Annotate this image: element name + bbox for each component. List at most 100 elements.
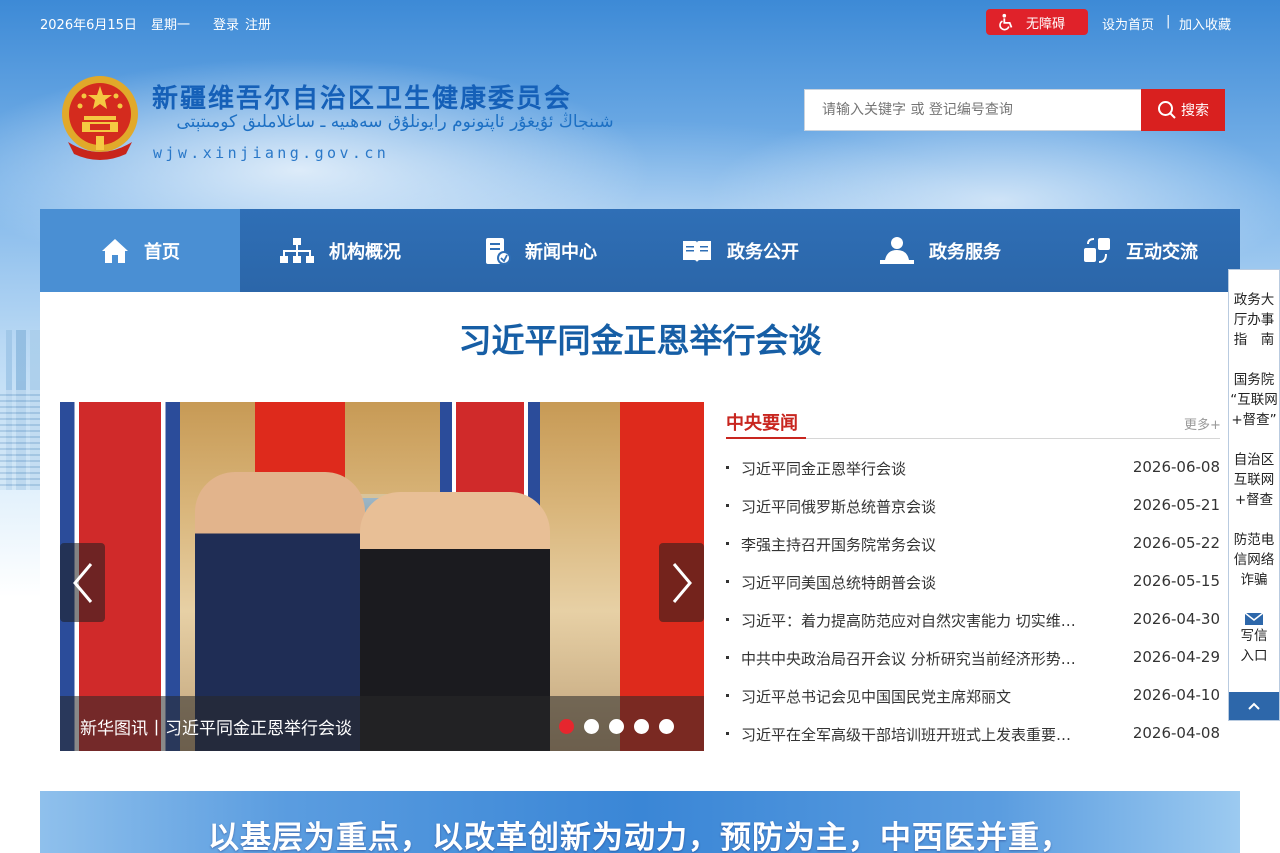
- slide-dot[interactable]: [584, 719, 599, 734]
- search-button[interactable]: 搜索: [1141, 89, 1225, 131]
- org-chart-icon: [280, 237, 314, 263]
- news-title[interactable]: 习近平：着力提高防范应对自然灾害能力 切实维…: [741, 610, 1101, 631]
- slide-next-button[interactable]: [659, 543, 704, 622]
- news-title[interactable]: 习近平同金正恩举行会谈: [741, 458, 1101, 479]
- nav-item-gov-service[interactable]: 政务服务: [840, 209, 1040, 292]
- nav-label: 首页: [144, 241, 180, 263]
- sidebar-line: 自治区: [1233, 452, 1275, 468]
- headline-link[interactable]: 习近平同金正恩举行会谈: [40, 314, 1240, 362]
- slogan-banner-text: 以基层为重点，以改革创新为动力，预防为主，中西医并重，: [208, 820, 1072, 853]
- bullet: [726, 504, 729, 507]
- sidebar-line: 信网络: [1233, 552, 1275, 568]
- sidebar-line: 诈骗: [1240, 572, 1268, 588]
- nav-item-news[interactable]: 新闻中心: [440, 209, 640, 292]
- slide-dot[interactable]: [609, 719, 624, 734]
- nav-label: 政务公开: [727, 241, 799, 263]
- bullet: [726, 542, 729, 545]
- nav-label: 机构概况: [329, 241, 401, 263]
- bullet: [726, 466, 729, 469]
- news-doc-icon: [486, 237, 511, 265]
- site-title: 新疆维吾尔自治区卫生健康委员会: [152, 84, 573, 114]
- sidebar-line: 写信: [1240, 628, 1268, 644]
- sidebar-line: 厅办事: [1233, 312, 1275, 328]
- sidebar-item-state-council-inspection[interactable]: 国务院 “互联网 +督查”: [1229, 370, 1279, 430]
- news-date: 2026-05-15: [1132, 572, 1220, 590]
- slide-dot[interactable]: [634, 719, 649, 734]
- site-title-uyghur: شىنجاڭ ئۇيغۇر ئاپتونوم رايونلۇق سەھىيە ـ…: [176, 112, 614, 132]
- news-item[interactable]: 习近平：着力提高防范应对自然灾害能力 切实维… 2026-04-30: [726, 601, 1220, 639]
- slide-prev-button[interactable]: [60, 543, 105, 622]
- slide-dot[interactable]: [659, 719, 674, 734]
- home-icon: [102, 238, 128, 263]
- slide-dot[interactable]: [559, 719, 574, 734]
- sidebar-item-region-inspection[interactable]: 自治区 互联网 +督查: [1229, 450, 1279, 510]
- chevron-left-icon: [72, 562, 92, 603]
- news-date: 2026-04-29: [1132, 648, 1220, 666]
- sidebar-item-anti-fraud[interactable]: 防范电 信网络 诈骗: [1229, 530, 1279, 590]
- news-date: 2026-05-21: [1132, 496, 1220, 514]
- open-book-icon: [683, 240, 711, 262]
- bullet: [726, 580, 729, 583]
- sidebar-line: 防范电: [1233, 532, 1275, 548]
- news-date: 2026-06-08: [1132, 458, 1220, 476]
- news-item[interactable]: 习近平同美国总统特朗普会谈 2026-05-15: [726, 563, 1220, 601]
- news-tab-central[interactable]: 中央要闻: [726, 409, 798, 435]
- nav-item-interaction[interactable]: 互动交流: [1040, 209, 1240, 292]
- sidebar-line: 互联网: [1233, 472, 1275, 488]
- news-item[interactable]: 习近平同俄罗斯总统普京会谈 2026-05-21: [726, 487, 1220, 525]
- current-weekday: 星期一: [151, 18, 191, 33]
- national-emblem-logo[interactable]: [60, 72, 140, 160]
- sidebar-line: 政务大: [1233, 292, 1275, 308]
- news-title[interactable]: 习近平总书记会见中国国民党主席郑丽文: [741, 686, 1101, 707]
- news-item[interactable]: 习近平同金正恩举行会谈 2026-06-08: [726, 449, 1220, 487]
- envelope-icon: [1244, 612, 1264, 625]
- bullet: [726, 656, 729, 659]
- news-title[interactable]: 李强主持召开国务院常务会议: [741, 534, 1101, 555]
- slide-caption[interactable]: 新华图讯丨习近平同金正恩举行会谈: [80, 714, 352, 739]
- sidebar-line: +督查: [1234, 492, 1274, 508]
- news-more-link[interactable]: 更多+: [1184, 414, 1221, 433]
- topbar-separator: |: [1166, 14, 1171, 29]
- news-title[interactable]: 中共中央政治局召开会议 分析研究当前经济形势…: [741, 648, 1101, 669]
- set-homepage-link[interactable]: 设为首页: [1102, 14, 1154, 33]
- wheelchair-icon: [999, 13, 1013, 31]
- add-favorite-link[interactable]: 加入收藏: [1179, 14, 1231, 33]
- top-bar: 2026年6月15日 星期一 登录 注册 无障碍 设为首页 | 加入收藏: [40, 9, 1240, 36]
- slide-dots: [559, 719, 674, 734]
- current-date: 2026年6月15日: [40, 18, 137, 33]
- bullet: [726, 732, 729, 735]
- search-icon: [1158, 101, 1176, 119]
- bullet: [726, 694, 729, 697]
- main-nav: 首页 机构概况 新闻中心 政务公开 政务服务 互动交流: [40, 209, 1240, 292]
- news-item[interactable]: 习近平在全军高级干部培训班开班式上发表重要… 2026-04-08: [726, 715, 1220, 753]
- sidebar-line: +督查”: [1231, 412, 1277, 428]
- service-person-icon: [880, 236, 914, 264]
- news-title[interactable]: 习近平在全军高级干部培训班开班式上发表重要…: [741, 724, 1101, 745]
- chevron-up-icon: [1248, 702, 1260, 710]
- search-button-label: 搜索: [1181, 103, 1209, 119]
- login-link[interactable]: 登录: [213, 14, 239, 33]
- news-title[interactable]: 习近平同美国总统特朗普会谈: [741, 572, 1101, 593]
- search-input[interactable]: [804, 89, 1142, 131]
- sidebar-line: 指 南: [1233, 332, 1275, 348]
- nav-label: 新闻中心: [525, 241, 597, 263]
- sidebar-item-service-guide[interactable]: 政务大 厅办事 指 南: [1229, 290, 1279, 350]
- news-item[interactable]: 李强主持召开国务院常务会议 2026-05-22: [726, 525, 1220, 563]
- accessibility-button[interactable]: 无障碍: [986, 9, 1088, 35]
- back-to-top-button[interactable]: [1229, 692, 1279, 720]
- news-item[interactable]: 中共中央政治局召开会议 分析研究当前经济形势… 2026-04-29: [726, 639, 1220, 677]
- nav-item-home[interactable]: 首页: [40, 209, 240, 292]
- nav-item-gov-affairs[interactable]: 政务公开: [640, 209, 840, 292]
- news-item[interactable]: 习近平总书记会见中国国民党主席郑丽文 2026-04-10: [726, 677, 1220, 715]
- nav-label: 政务服务: [929, 241, 1001, 263]
- bullet: [726, 618, 729, 621]
- news-title[interactable]: 习近平同俄罗斯总统普京会谈: [741, 496, 1101, 517]
- sidebar-item-write-letter[interactable]: 写信 入口: [1229, 610, 1279, 666]
- news-list: 习近平同金正恩举行会谈 2026-06-08 习近平同俄罗斯总统普京会谈 2026-…: [726, 449, 1220, 753]
- exchange-icon: [1084, 237, 1110, 263]
- floating-sidebar: 政务大 厅办事 指 南 国务院 “互联网 +督查” 自治区 互联网 +督查 防范…: [1228, 269, 1280, 721]
- news-date: 2026-04-30: [1132, 610, 1220, 628]
- sidebar-line: 国务院: [1233, 372, 1275, 388]
- register-link[interactable]: 注册: [245, 14, 271, 33]
- nav-item-org[interactable]: 机构概况: [240, 209, 440, 292]
